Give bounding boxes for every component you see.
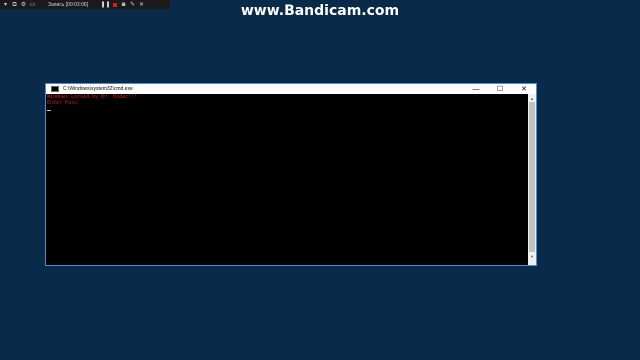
watermark-text: www.Bandicam.com xyxy=(240,3,400,19)
scroll-up-icon[interactable]: ▲ xyxy=(528,94,536,102)
bandicam-watermark: www.Bandicam.com xyxy=(0,3,640,19)
close-button[interactable]: ✕ xyxy=(512,84,536,94)
console-output[interactable]: Windows Locked by Dr. Dudec!!! Enter Pas… xyxy=(46,94,528,265)
scroll-down-icon[interactable]: ▼ xyxy=(528,252,536,260)
minimize-button[interactable]: — xyxy=(464,84,488,94)
scrollbar-thumb[interactable] xyxy=(529,102,535,252)
text-cursor xyxy=(47,110,51,111)
window-title: C:\Windows\system32\cmd.exe xyxy=(63,86,133,92)
cmd-icon xyxy=(51,86,59,92)
vertical-scrollbar[interactable]: ▲ ▼ xyxy=(528,94,536,265)
console-line: Enter Pass: xyxy=(47,99,81,106)
cmd-window[interactable]: C:\Windows\system32\cmd.exe — ☐ ✕ Window… xyxy=(46,84,536,265)
title-bar[interactable]: C:\Windows\system32\cmd.exe — ☐ ✕ xyxy=(46,84,536,94)
maximize-button[interactable]: ☐ xyxy=(488,84,512,94)
window-controls: — ☐ ✕ xyxy=(464,84,536,94)
